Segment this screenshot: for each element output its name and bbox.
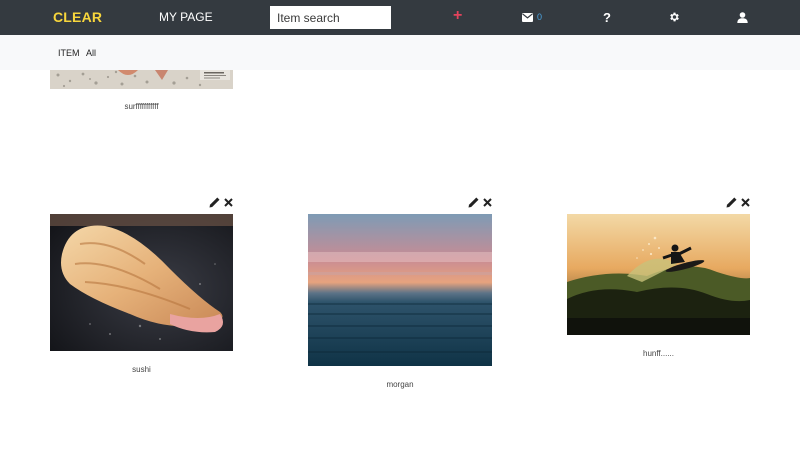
item-card: sushi [50, 197, 233, 377]
close-icon [224, 198, 233, 207]
top-navbar: CLEAR MY PAGE + 0 ? [0, 0, 800, 35]
item-photo[interactable] [50, 70, 233, 89]
plus-icon: + [453, 7, 463, 24]
edit-button[interactable] [726, 197, 737, 208]
pencil-icon [468, 197, 479, 208]
item-photo[interactable] [567, 214, 750, 335]
section-label: ITEM [58, 48, 80, 58]
item-card: hunff...... [567, 197, 750, 362]
settings-button[interactable] [668, 9, 680, 25]
message-count-badge: 0 [537, 12, 543, 22]
brand-logo[interactable]: CLEAR [53, 9, 102, 25]
item-caption: surfffffffffff [124, 102, 159, 111]
close-icon [741, 198, 750, 207]
item-caption: sushi [132, 365, 151, 374]
filter-all-link[interactable]: All [86, 48, 96, 58]
delete-button[interactable] [224, 197, 233, 208]
delete-button[interactable] [741, 197, 750, 208]
item-photo[interactable] [308, 214, 492, 366]
gear-icon [670, 12, 679, 22]
delete-button[interactable] [483, 197, 492, 208]
help-button[interactable]: ? [603, 9, 611, 25]
user-icon [737, 11, 748, 23]
pencil-icon [726, 197, 737, 208]
item-card: morgan [308, 197, 492, 392]
close-icon [483, 198, 492, 207]
edit-button[interactable] [468, 197, 479, 208]
item-photo[interactable] [50, 214, 233, 351]
card-actions [468, 197, 492, 208]
account-button[interactable] [737, 9, 748, 25]
envelope-icon [522, 12, 533, 22]
add-item-button[interactable]: + [453, 8, 462, 24]
card-actions [209, 197, 233, 208]
edit-button[interactable] [209, 197, 220, 208]
sub-navbar: ITEM All [0, 35, 800, 70]
pencil-icon [209, 197, 220, 208]
question-icon: ? [603, 9, 611, 25]
card-actions [726, 197, 750, 208]
item-card: surfffffffffff [50, 70, 233, 115]
messages-button[interactable]: 0 [522, 9, 542, 25]
search-input[interactable] [270, 6, 391, 29]
item-caption: hunff...... [643, 349, 674, 358]
my-page-link[interactable]: MY PAGE [159, 10, 213, 24]
item-caption: morgan [386, 380, 414, 389]
